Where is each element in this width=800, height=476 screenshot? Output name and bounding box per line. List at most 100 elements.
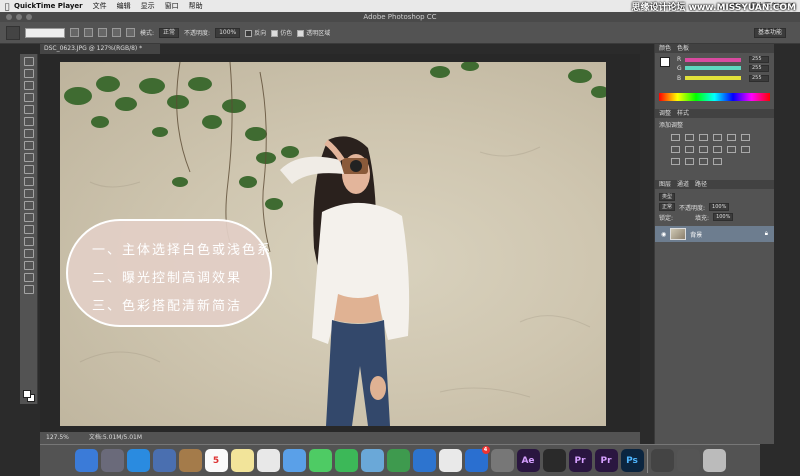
diamond-gradient-icon[interactable] bbox=[126, 28, 135, 37]
photo-booth-icon[interactable] bbox=[360, 449, 384, 472]
photo-filter-icon[interactable] bbox=[699, 146, 708, 153]
angle-gradient-icon[interactable] bbox=[98, 28, 107, 37]
blue-slider[interactable] bbox=[685, 76, 741, 80]
brightness-icon[interactable] bbox=[671, 134, 680, 141]
fill-input[interactable]: 100% bbox=[713, 213, 734, 221]
dither-checkbox[interactable] bbox=[271, 30, 279, 37]
invert-icon[interactable] bbox=[741, 146, 750, 153]
menu-help[interactable]: 帮助 bbox=[189, 1, 203, 11]
clone-stamp-tool-icon[interactable] bbox=[23, 153, 34, 162]
mode-dropdown[interactable]: 正常 bbox=[159, 27, 180, 38]
curves-icon[interactable] bbox=[699, 134, 708, 141]
messages-icon[interactable] bbox=[308, 449, 332, 472]
tab-paths[interactable]: 路径 bbox=[695, 180, 707, 189]
safari-icon[interactable] bbox=[126, 449, 150, 472]
menu-app-name[interactable]: QuickTime Player bbox=[14, 2, 83, 10]
menu-edit[interactable]: 编辑 bbox=[117, 1, 131, 11]
gradient-picker[interactable] bbox=[25, 27, 65, 38]
zoom-tool-icon[interactable] bbox=[23, 285, 34, 294]
after-effects-icon[interactable]: Ae bbox=[516, 449, 540, 472]
dither-option[interactable]: 仿色 bbox=[271, 28, 292, 37]
premiere-2-icon[interactable]: Pr bbox=[594, 449, 618, 472]
trash-icon[interactable] bbox=[702, 449, 726, 472]
history-brush-tool-icon[interactable] bbox=[23, 165, 34, 174]
apple-icon[interactable]:  bbox=[0, 2, 14, 11]
launchpad-icon[interactable] bbox=[100, 449, 124, 472]
tab-swatches[interactable]: 色板 bbox=[677, 44, 689, 53]
quick-select-tool-icon[interactable] bbox=[23, 93, 34, 102]
opacity-input[interactable]: 100% bbox=[215, 27, 241, 38]
document-size[interactable]: 文档:5.01M/5.01M bbox=[89, 432, 142, 444]
keynote-icon[interactable] bbox=[412, 449, 436, 472]
app-store-icon[interactable]: 4 bbox=[464, 446, 490, 472]
lasso-tool-icon[interactable] bbox=[23, 81, 34, 90]
brush-tool-icon[interactable] bbox=[23, 141, 34, 150]
exposure-icon[interactable] bbox=[713, 134, 722, 141]
levels-icon[interactable] bbox=[685, 134, 694, 141]
green-value-input[interactable]: 255 bbox=[749, 64, 769, 72]
red-slider[interactable] bbox=[685, 57, 741, 62]
dodge-tool-icon[interactable] bbox=[23, 213, 34, 222]
color-swatches[interactable] bbox=[23, 390, 35, 402]
system-preferences-icon[interactable] bbox=[490, 449, 514, 472]
color-spectrum[interactable] bbox=[659, 93, 770, 101]
mail-icon[interactable] bbox=[152, 449, 176, 472]
type-tool-icon[interactable] bbox=[23, 237, 34, 246]
radial-gradient-icon[interactable] bbox=[84, 28, 93, 37]
reverse-option[interactable]: 反向 bbox=[245, 28, 266, 37]
linear-gradient-icon[interactable] bbox=[70, 28, 79, 37]
maps-icon[interactable] bbox=[282, 449, 306, 472]
menu-file[interactable]: 文件 bbox=[93, 1, 107, 11]
photoshop-icon[interactable]: Ps bbox=[620, 449, 644, 472]
color-panel-foreground-swatch[interactable] bbox=[660, 57, 670, 67]
marquee-tool-icon[interactable] bbox=[23, 69, 34, 78]
path-select-tool-icon[interactable] bbox=[23, 249, 34, 258]
layer-name[interactable]: 背景 bbox=[690, 230, 702, 239]
pen-tool-icon[interactable] bbox=[23, 225, 34, 234]
downloads-stack-icon[interactable] bbox=[650, 449, 674, 472]
gradient-tool-preset-icon[interactable] bbox=[6, 25, 20, 40]
posterize-icon[interactable] bbox=[671, 158, 680, 165]
transparency-checkbox[interactable] bbox=[297, 30, 305, 37]
tab-channels[interactable]: 通道 bbox=[677, 180, 689, 189]
blue-value-input[interactable]: 255 bbox=[749, 74, 769, 82]
hand-tool-icon[interactable] bbox=[23, 273, 34, 282]
numbers-icon[interactable] bbox=[386, 449, 410, 472]
reverse-checkbox[interactable] bbox=[245, 30, 253, 37]
notes-icon[interactable] bbox=[230, 449, 254, 472]
tab-adjustments[interactable]: 调整 bbox=[659, 109, 671, 118]
premiere-icon[interactable]: Pr bbox=[568, 449, 592, 472]
black-white-icon[interactable] bbox=[685, 146, 694, 153]
documents-stack-icon[interactable] bbox=[676, 449, 700, 472]
facetime-icon[interactable] bbox=[334, 449, 358, 472]
threshold-icon[interactable] bbox=[685, 158, 694, 165]
zoom-level[interactable]: 127.5% bbox=[46, 432, 69, 444]
eraser-tool-icon[interactable] bbox=[23, 177, 34, 186]
layer-opacity-input[interactable]: 100% bbox=[709, 203, 730, 211]
crop-tool-icon[interactable] bbox=[23, 105, 34, 114]
red-value-input[interactable]: 255 bbox=[749, 56, 769, 63]
tab-layers[interactable]: 图层 bbox=[659, 180, 671, 189]
blend-mode-dropdown[interactable]: 正常 bbox=[659, 203, 676, 211]
color-lookup-icon[interactable] bbox=[727, 146, 736, 153]
vibrance-icon[interactable] bbox=[727, 134, 736, 141]
healing-brush-tool-icon[interactable] bbox=[23, 129, 34, 138]
quicktime-icon[interactable] bbox=[542, 449, 566, 472]
color-balance-icon[interactable] bbox=[671, 146, 680, 153]
tab-styles[interactable]: 样式 bbox=[677, 109, 689, 118]
blur-tool-icon[interactable] bbox=[23, 201, 34, 210]
reflected-gradient-icon[interactable] bbox=[112, 28, 121, 37]
shape-tool-icon[interactable] bbox=[23, 261, 34, 270]
reminders-icon[interactable] bbox=[256, 449, 280, 472]
green-slider[interactable] bbox=[685, 66, 741, 70]
eyedropper-tool-icon[interactable] bbox=[23, 117, 34, 126]
menu-view[interactable]: 显示 bbox=[141, 1, 155, 11]
document-tab[interactable]: DSC_0623.JPG @ 127%(RGB/8) * bbox=[40, 44, 160, 54]
move-tool-icon[interactable] bbox=[23, 57, 34, 66]
finder-icon[interactable] bbox=[74, 449, 98, 472]
eye-icon[interactable]: ◉ bbox=[661, 231, 666, 238]
channel-mixer-icon[interactable] bbox=[713, 146, 722, 153]
menu-window[interactable]: 窗口 bbox=[165, 1, 179, 11]
transparency-option[interactable]: 透明区域 bbox=[297, 28, 330, 37]
foreground-color-swatch[interactable] bbox=[23, 390, 31, 398]
